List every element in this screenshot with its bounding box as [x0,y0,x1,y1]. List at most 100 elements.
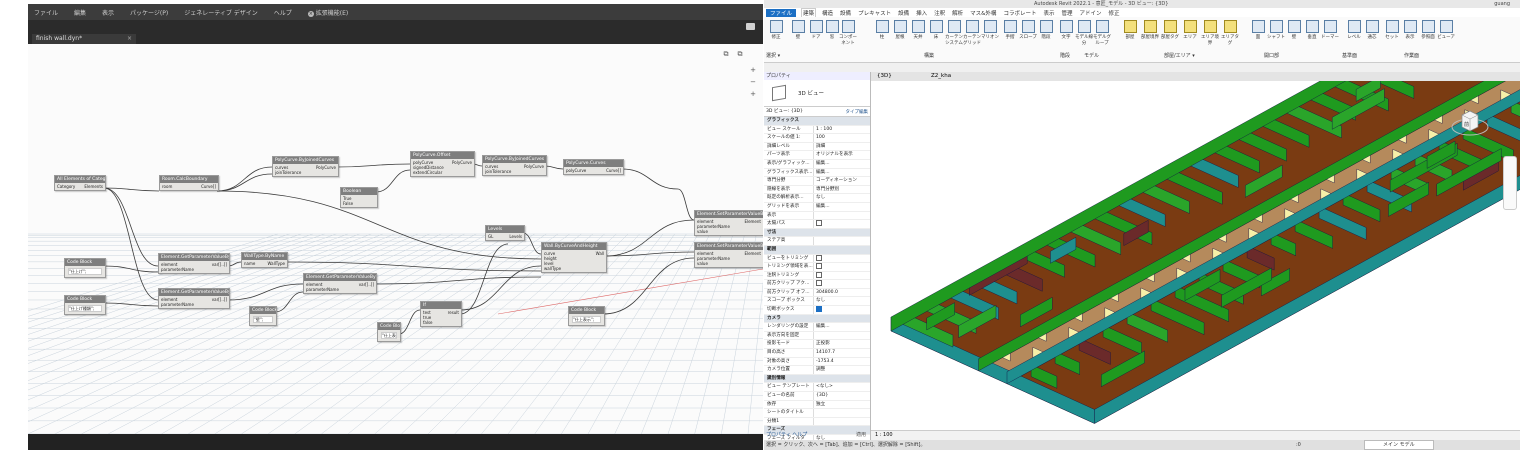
ribbon-button[interactable]: 参照面 [1418,20,1438,40]
dynamo-node[interactable]: Element.GetParameterValueByNameelementva… [158,288,230,309]
dynamo-node[interactable]: Code Block "仕上げ"; [64,258,106,278]
ribbon-tab[interactable]: 構造 [821,9,834,17]
apply-button[interactable]: 適用 [856,431,866,438]
ribbon-tab[interactable]: 管理 [1060,9,1073,17]
dynamo-node[interactable]: Element.GetParameterValueByNameelementva… [158,253,230,274]
user-name[interactable]: guang [1494,0,1510,8]
property-group[interactable]: グラフィックス [764,117,870,126]
code-input[interactable]: "仕上表示"; [572,316,601,323]
property-group[interactable]: カメラ [764,314,870,324]
view-scale[interactable]: 1 : 100 [875,431,893,440]
code-input[interactable]: "壁"; [253,316,273,323]
ribbon-button[interactable]: 床 [926,20,946,40]
dynamo-node[interactable]: PolyCurve.ByJoinedCurves curves PolyCurve j… [482,155,547,176]
ribbon-button[interactable]: 面 [1248,20,1268,40]
property-value[interactable] [813,280,870,288]
code-input[interactable]: "仕上表"; [381,332,397,339]
ribbon-tab[interactable]: 設備 [839,9,852,17]
dynamo-node[interactable]: Element.SetParameterValueByNameelementEl… [694,210,763,236]
property-value[interactable]: コーディネーション [813,177,870,185]
ribbon-button[interactable]: エリア [1180,20,1200,40]
property-value[interactable]: 調整 [813,366,870,374]
property-value[interactable]: {3D} [813,392,870,400]
property-value[interactable] [813,417,870,426]
menu-generative-design[interactable]: ジェネレーティブ デザイン [184,8,258,17]
property-value[interactable]: 編集... [813,323,870,331]
property-value[interactable]: なし [813,194,870,202]
ribbon-tab[interactable]: マス&外構 [969,9,997,17]
property-value[interactable] [813,263,870,271]
ribbon-button[interactable]: モデルグループ [1092,20,1112,46]
menu-packages[interactable]: パッケージ(P) [130,8,168,17]
property-value[interactable]: 14107.7 [813,349,870,357]
code-input[interactable]: "仕上げ"; [68,268,102,275]
dynamo-node[interactable]: PolyCurve.Curves polyCurve Curve[] [563,159,624,175]
property-value[interactable]: 304800.0 [813,288,870,297]
ribbon-tab[interactable]: 表示 [1042,9,1055,17]
property-value[interactable]: 1 : 100 [813,125,870,134]
property-group[interactable]: 範囲 [764,245,870,255]
ribbon-button[interactable]: 天井 [908,20,928,40]
code-input[interactable]: "仕上げ種類"; [68,305,102,312]
ribbon-tab[interactable]: プレキャスト [857,9,892,17]
edit-type-button[interactable]: タイプ編集 [846,108,869,117]
property-value[interactable]: なし [813,297,870,306]
property-value[interactable] [813,211,870,220]
checkbox[interactable] [816,271,822,278]
ribbon-tab[interactable]: 解析 [951,9,964,17]
menu-edit[interactable]: 編集 [74,8,86,17]
ribbon-tab[interactable]: 修正 [1108,9,1121,17]
dynamo-node[interactable]: Boolean True False [340,187,378,208]
type-selector[interactable]: 3D ビュー [764,80,870,107]
properties-help-link[interactable]: プロパティ ヘルプ [766,431,807,438]
ribbon-button[interactable]: ドーマー [1320,20,1340,40]
dynamo-node[interactable]: Element.SetParameterValueByNameelementEl… [694,242,763,268]
property-group[interactable]: 識別情報 [764,374,870,384]
ribbon-tab[interactable]: 挿入 [915,9,928,17]
ribbon-button[interactable]: レベル [1344,20,1364,40]
property-value[interactable] [813,306,870,314]
dynamo-node[interactable]: Code Block "仕上げ種類"; [64,295,106,315]
ribbon-button[interactable]: 部屋 [1120,20,1140,40]
ribbon-tab[interactable]: 建築 [801,8,817,17]
viewcube-icon[interactable]: 前 [1450,101,1490,141]
instance-selector[interactable]: 3D ビュー: {3D} タイプ編集 [764,107,870,117]
checkbox[interactable] [816,306,822,313]
menu-file[interactable]: ファイル [34,8,58,17]
ribbon-button[interactable]: 修正 [766,20,786,40]
dynamo-node[interactable]: Code Block "壁"; [249,306,277,326]
property-value[interactable]: 詳細 [813,142,870,151]
property-value[interactable]: 編集... [813,159,870,168]
property-value[interactable]: 100 [813,134,870,142]
ribbon-button[interactable]: エリア境界 [1200,20,1220,46]
ribbon-button[interactable]: カーテンシステム [944,20,964,46]
menu-view[interactable]: 表示 [102,8,114,17]
checkbox[interactable] [816,280,822,287]
property-group[interactable]: 寸法 [764,228,870,238]
main-model-selector[interactable]: メイン モデル [1364,440,1434,450]
checkbox[interactable] [816,254,822,261]
property-value[interactable]: オリジナルを表示 [813,151,870,159]
ribbon-button[interactable]: ビューア [1436,20,1456,40]
ribbon-tab[interactable]: 注釈 [933,9,946,17]
dynamo-node[interactable]: Code Block "仕上表示"; [568,306,605,326]
navigation-bar[interactable] [1503,156,1517,210]
ribbon-button[interactable]: 階段 [1036,20,1056,40]
ribbon-button[interactable]: 手摺 [1000,20,1020,40]
3d-viewport[interactable]: 前 [871,81,1520,430]
ribbon-button[interactable]: モデル線分 [1074,20,1094,46]
property-value[interactable] [813,409,870,417]
property-value[interactable]: 正投影 [813,340,870,349]
tab-z2-view[interactable]: Z2_kha [931,72,951,81]
property-value[interactable]: 独立 [813,400,870,409]
checkbox[interactable] [816,263,822,270]
ribbon-button[interactable]: 部屋タグ [1160,20,1180,40]
menu-help[interactable]: ヘルプ [274,8,292,17]
tab-3d-view[interactable]: {3D} [877,72,892,81]
ribbon-tab[interactable]: コラボレート [1002,9,1037,17]
property-value[interactable] [813,220,870,228]
ribbon-button[interactable]: 文字 [1056,20,1076,40]
ribbon-button[interactable]: カーテングリッド [962,20,982,46]
ribbon-tab[interactable]: 設備 [897,9,910,17]
dynamo-node[interactable]: All Elements of CategoryCategoryElements [54,175,106,191]
